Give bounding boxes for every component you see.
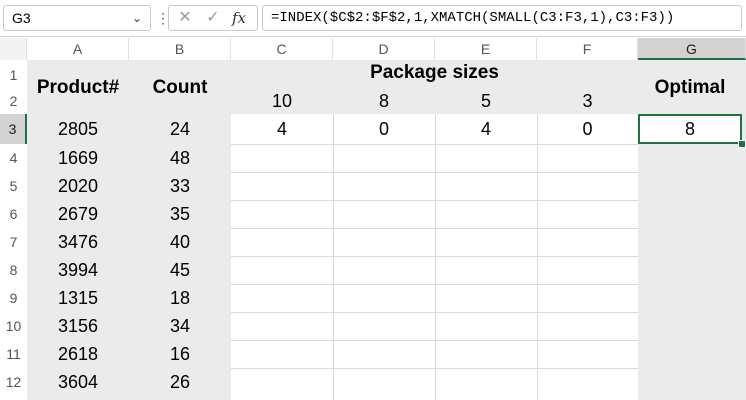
product-cell[interactable]: 1315 xyxy=(27,284,129,312)
column-header-f[interactable]: F xyxy=(537,38,638,60)
gridline xyxy=(537,114,538,400)
gridline xyxy=(231,228,638,229)
count-cell[interactable]: 18 xyxy=(129,284,231,312)
product-cell[interactable]: 2618 xyxy=(27,340,129,368)
row-header-12[interactable]: 12 xyxy=(0,368,27,396)
package-size-cell[interactable]: 5 xyxy=(435,88,537,114)
count-cell[interactable]: 26 xyxy=(129,368,231,396)
more-options-icon[interactable]: ⋮ xyxy=(156,8,170,28)
gridline xyxy=(231,144,638,145)
chevron-down-icon[interactable]: ⌄ xyxy=(132,6,142,30)
gridline xyxy=(231,200,638,201)
row-header-1[interactable]: 1 xyxy=(0,62,27,88)
selected-cell-g3[interactable]: 8 xyxy=(638,114,742,144)
row-header-8[interactable]: 8 xyxy=(0,256,27,284)
gridline xyxy=(231,256,638,257)
close-icon[interactable]: ✕ xyxy=(173,6,197,30)
name-box[interactable]: G3 ⌄ xyxy=(3,5,151,31)
column-header-e[interactable]: E xyxy=(435,38,537,60)
count-cell[interactable]: 48 xyxy=(129,144,231,172)
column-header-d[interactable]: D xyxy=(333,38,435,60)
package-size-cell[interactable]: 8 xyxy=(333,88,435,114)
formula-bar: G3 ⌄ ⋮ ✕ ✓ fx =INDEX($C$2:$F$2,1,XMATCH(… xyxy=(0,0,746,37)
package-size-cell[interactable]: 10 xyxy=(231,88,333,114)
count-header[interactable]: Count xyxy=(129,62,231,114)
product-cell[interactable]: 2020 xyxy=(27,172,129,200)
gridline xyxy=(231,368,638,369)
optimal-region xyxy=(638,114,746,400)
package-sizes-header[interactable]: Package sizes xyxy=(231,60,638,86)
row-header-11[interactable]: 11 xyxy=(0,340,27,368)
count-cell[interactable]: 35 xyxy=(129,200,231,228)
formula-buttons: ✕ ✓ fx xyxy=(168,5,258,31)
row-header-3[interactable]: 3 xyxy=(0,114,27,144)
quantity-cell[interactable]: 0 xyxy=(537,114,638,144)
row-header-2[interactable]: 2 xyxy=(0,88,27,114)
column-headers: A B C D E F G xyxy=(0,38,746,60)
product-cell[interactable]: 3994 xyxy=(27,256,129,284)
quantity-cell[interactable]: 4 xyxy=(231,114,333,144)
row-header-9[interactable]: 9 xyxy=(0,284,27,312)
check-icon[interactable]: ✓ xyxy=(201,6,225,30)
column-header-c[interactable]: C xyxy=(231,38,333,60)
gridline xyxy=(231,172,638,173)
row-header-4[interactable]: 4 xyxy=(0,144,27,172)
product-header[interactable]: Product# xyxy=(27,62,129,114)
fx-icon[interactable]: fx xyxy=(227,6,251,30)
gridline xyxy=(231,312,638,313)
product-cell[interactable]: 2679 xyxy=(27,200,129,228)
row-header-5[interactable]: 5 xyxy=(0,172,27,200)
formula-input[interactable]: =INDEX($C$2:$F$2,1,XMATCH(SMALL(C3:F3,1)… xyxy=(262,5,742,31)
quantity-cell[interactable]: 4 xyxy=(435,114,537,144)
count-cell[interactable]: 24 xyxy=(129,114,231,144)
column-header-g[interactable]: G xyxy=(638,38,746,60)
gridline xyxy=(231,284,638,285)
gridline xyxy=(231,340,638,341)
count-cell[interactable]: 34 xyxy=(129,312,231,340)
product-cell[interactable]: 3604 xyxy=(27,368,129,396)
product-cell[interactable]: 3156 xyxy=(27,312,129,340)
gridline xyxy=(435,114,436,400)
gridline xyxy=(333,114,334,400)
quantity-cell[interactable]: 0 xyxy=(333,114,435,144)
package-size-cell[interactable]: 3 xyxy=(537,88,638,114)
column-header-b[interactable]: B xyxy=(129,38,231,60)
fill-handle[interactable] xyxy=(738,140,746,148)
count-cell[interactable]: 45 xyxy=(129,256,231,284)
row-header-10[interactable]: 10 xyxy=(0,312,27,340)
optimal-header[interactable]: Optimal xyxy=(638,62,742,114)
count-cell[interactable]: 16 xyxy=(129,340,231,368)
count-cell[interactable]: 40 xyxy=(129,228,231,256)
product-cell[interactable]: 1669 xyxy=(27,144,129,172)
row-header-7[interactable]: 7 xyxy=(0,228,27,256)
product-cell[interactable]: 3476 xyxy=(27,228,129,256)
count-cell[interactable]: 33 xyxy=(129,172,231,200)
name-box-value: G3 xyxy=(12,10,31,26)
row-header-6[interactable]: 6 xyxy=(0,200,27,228)
product-cell[interactable]: 2805 xyxy=(27,114,129,144)
optimal-value: 8 xyxy=(684,119,695,139)
column-header-a[interactable]: A xyxy=(27,38,129,60)
